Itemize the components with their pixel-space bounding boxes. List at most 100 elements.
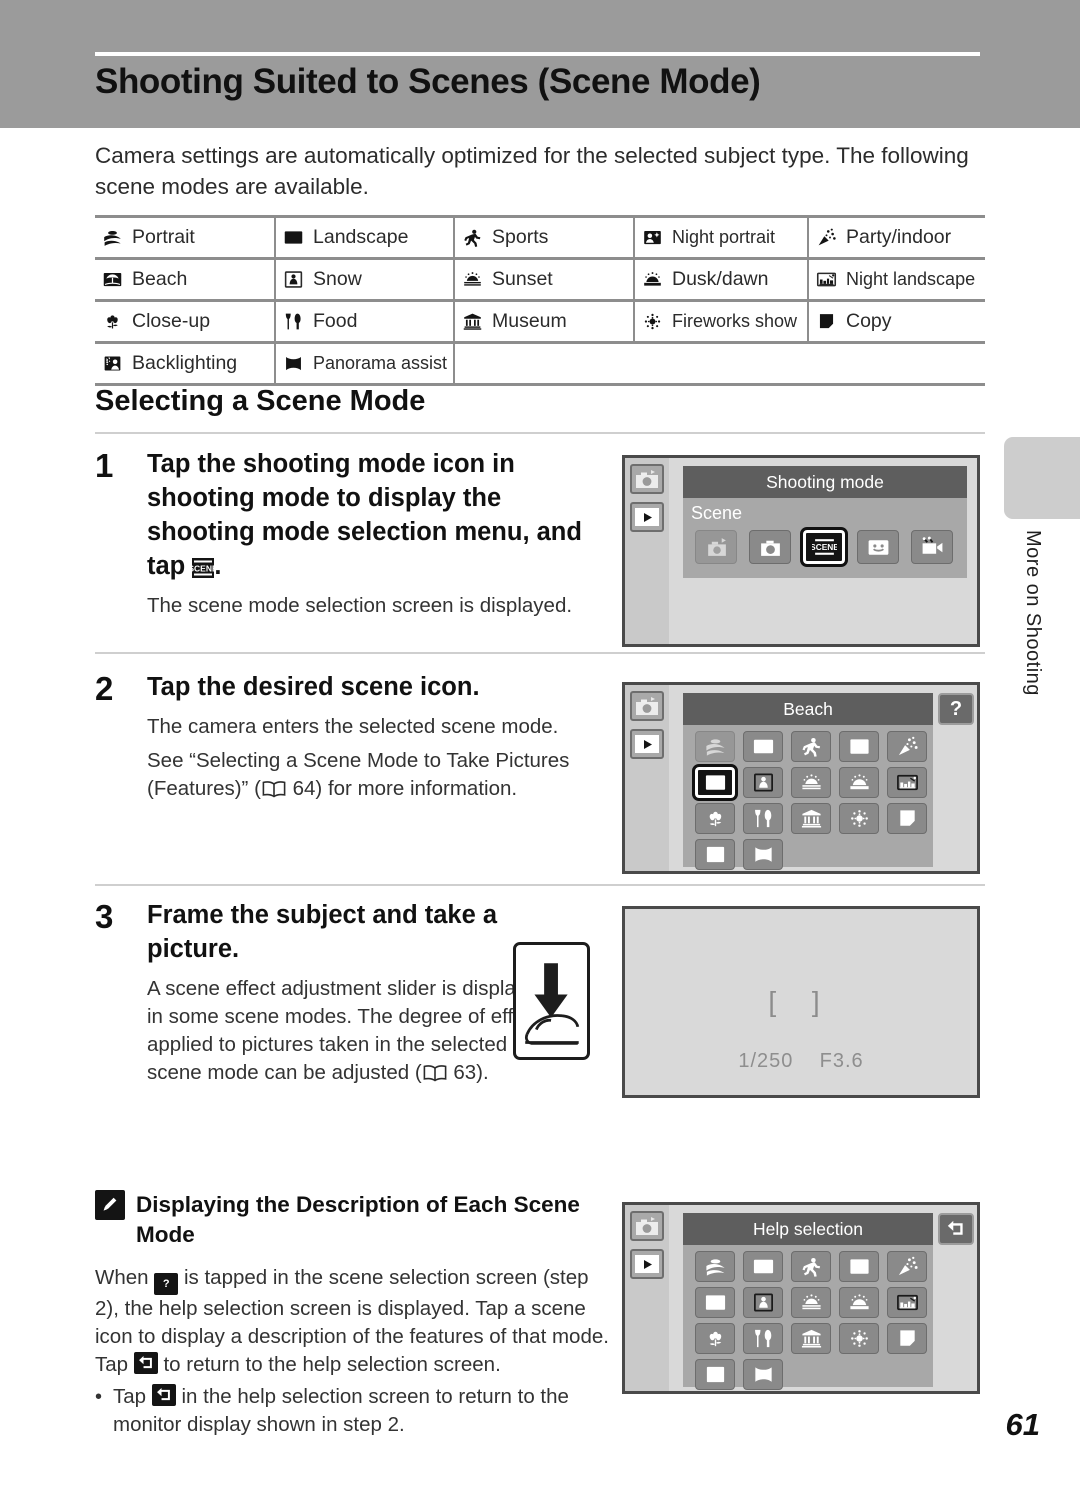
step-1-divider bbox=[95, 652, 985, 654]
help-tile-food[interactable] bbox=[743, 1323, 783, 1354]
scene-tile-beach[interactable] bbox=[692, 764, 738, 801]
step-3-ref-page: 63 bbox=[453, 1061, 477, 1084]
scene-tile-museum[interactable] bbox=[791, 803, 831, 834]
scene-mode-label: Copy bbox=[846, 310, 892, 332]
mode-tile-movie[interactable] bbox=[911, 530, 953, 564]
scene-mode-label: Dusk/dawn bbox=[672, 268, 769, 290]
scene-tile-backlighting[interactable] bbox=[695, 839, 735, 870]
help-tile-close-up[interactable] bbox=[695, 1323, 735, 1354]
mode-tile-camera-auto[interactable] bbox=[749, 530, 791, 564]
help-tile-beach[interactable] bbox=[695, 1287, 735, 1318]
fireworks-icon bbox=[642, 311, 664, 333]
step-3-body-line1: A scene effect adjustment slider is disp… bbox=[147, 975, 555, 1087]
pencil-icon bbox=[95, 1190, 125, 1220]
scene-mode-label: Snow bbox=[313, 268, 362, 290]
playback-icon[interactable] bbox=[630, 502, 664, 532]
help-tile-landscape[interactable] bbox=[743, 1251, 783, 1282]
scene-tile-night-landscape[interactable] bbox=[887, 767, 927, 798]
scene-tile-snow[interactable] bbox=[743, 767, 783, 798]
scene-tile-copy[interactable] bbox=[887, 803, 927, 834]
help-tile-night-landscape[interactable] bbox=[887, 1287, 927, 1318]
svg-text:SCENE: SCENE bbox=[812, 542, 837, 552]
scene-mode-label: Portrait bbox=[132, 226, 195, 248]
mode-tile-scene[interactable]: SCENE bbox=[800, 527, 848, 567]
mode-tile-smile[interactable] bbox=[857, 530, 899, 564]
dusk-dawn-icon bbox=[642, 269, 664, 291]
note-bullet-text: Tap in the help selection screen to retu… bbox=[113, 1383, 610, 1439]
scene-tile-panorama-assist[interactable] bbox=[743, 839, 783, 870]
scene-mode-cell: Copy bbox=[809, 302, 985, 341]
scene-tile-landscape[interactable] bbox=[743, 731, 783, 762]
scene-mode-cell: Backlighting bbox=[95, 344, 276, 383]
step-3-ref-post: ). bbox=[476, 1061, 489, 1084]
camera-mode-icon[interactable] bbox=[630, 1211, 664, 1241]
night-landscape-icon bbox=[816, 269, 838, 291]
mode-tile-auto-scene[interactable] bbox=[695, 530, 737, 564]
scene-mode-cell: Night landscape bbox=[809, 260, 985, 299]
scene-mode-label: Night portrait bbox=[672, 227, 776, 247]
help-icon: ? bbox=[154, 1273, 179, 1295]
scene-tile-close-up[interactable] bbox=[695, 803, 735, 834]
party-indoor-icon bbox=[816, 227, 838, 249]
press-shutter-icon bbox=[513, 942, 590, 1060]
scene-modes-table: Portrait Landscape Sports Night portrait Par… bbox=[95, 215, 985, 386]
help-tile-backlighting[interactable] bbox=[695, 1359, 735, 1390]
scene-mode-cell: Sunset bbox=[455, 260, 635, 299]
help-tile-dusk-dawn[interactable] bbox=[839, 1287, 879, 1318]
backlighting-icon bbox=[102, 353, 124, 375]
help-tile-fireworks[interactable] bbox=[839, 1323, 879, 1354]
scene-tile-fireworks[interactable] bbox=[839, 803, 879, 834]
playback-icon[interactable] bbox=[630, 1249, 664, 1279]
note-block: Displaying the Description of Each Scene… bbox=[95, 1190, 610, 1439]
playback-icon[interactable] bbox=[630, 729, 664, 759]
help-tile-museum[interactable] bbox=[791, 1323, 831, 1354]
monitor-title-beach: Beach bbox=[683, 693, 933, 725]
scene-mode-cell: Beach bbox=[95, 260, 276, 299]
step-2: 2 Tap the desired scene icon. The camera… bbox=[95, 670, 610, 809]
scene-mode-cell: Museum bbox=[455, 302, 635, 341]
help-tile-panorama-assist[interactable] bbox=[743, 1359, 783, 1390]
camera-mode-icon[interactable] bbox=[630, 691, 664, 721]
scene-mode-label: Panorama assist bbox=[313, 353, 448, 373]
note-title: Displaying the Description of Each Scene… bbox=[136, 1192, 580, 1247]
monitor-title-shooting-mode: Shooting mode bbox=[683, 466, 967, 498]
table-row: Backlighting Panorama assist bbox=[95, 341, 985, 386]
note-text-1: When bbox=[95, 1266, 149, 1289]
scene-mode-cell: Close-up bbox=[95, 302, 276, 341]
scene-mode-label: Party/indoor bbox=[846, 226, 952, 248]
svg-text:SCENE: SCENE bbox=[192, 564, 214, 574]
help-tile-copy[interactable] bbox=[887, 1323, 927, 1354]
help-tile-portrait[interactable] bbox=[695, 1251, 735, 1282]
book-icon bbox=[261, 779, 287, 798]
landscape-icon bbox=[283, 227, 305, 249]
help-tile-sports[interactable] bbox=[791, 1251, 831, 1282]
scene-mode-cell: Night portrait bbox=[635, 218, 809, 257]
back-arrow-button[interactable] bbox=[938, 1213, 974, 1245]
section-divider bbox=[95, 432, 985, 434]
scene-tile-food[interactable] bbox=[743, 803, 783, 834]
night-portrait-icon bbox=[642, 227, 664, 249]
scene-tile-sunset[interactable] bbox=[791, 767, 831, 798]
scene-mode-cell: Dusk/dawn bbox=[635, 260, 809, 299]
scene-tile-dusk-dawn[interactable] bbox=[839, 767, 879, 798]
step-1-number: 1 bbox=[95, 447, 114, 484]
scene-tile-sports[interactable] bbox=[791, 731, 831, 762]
scene-tile-night-portrait[interactable] bbox=[839, 731, 879, 762]
scene-tile-party-indoor[interactable] bbox=[887, 731, 927, 762]
step-2-body: The camera enters the selected scene mod… bbox=[147, 713, 610, 803]
help-button[interactable]: ? bbox=[938, 693, 974, 725]
help-tile-snow[interactable] bbox=[743, 1287, 783, 1318]
help-tile-party-indoor[interactable] bbox=[887, 1251, 927, 1282]
scene-mode-label: Night landscape bbox=[846, 269, 976, 289]
back-arrow-icon bbox=[133, 1352, 158, 1374]
focus-brackets: [ ] bbox=[768, 986, 834, 1017]
header-rule bbox=[95, 52, 980, 56]
food-icon bbox=[283, 311, 305, 333]
note-bullet-item: • Tap in the help selection screen to re… bbox=[95, 1383, 610, 1439]
help-tile-night-portrait[interactable] bbox=[839, 1251, 879, 1282]
step-1-title-period: . bbox=[214, 552, 222, 580]
margin-tab-label: More on Shooting bbox=[1022, 530, 1044, 696]
scene-tile-portrait[interactable] bbox=[695, 731, 735, 762]
camera-mode-icon[interactable] bbox=[630, 464, 664, 494]
help-tile-sunset[interactable] bbox=[791, 1287, 831, 1318]
